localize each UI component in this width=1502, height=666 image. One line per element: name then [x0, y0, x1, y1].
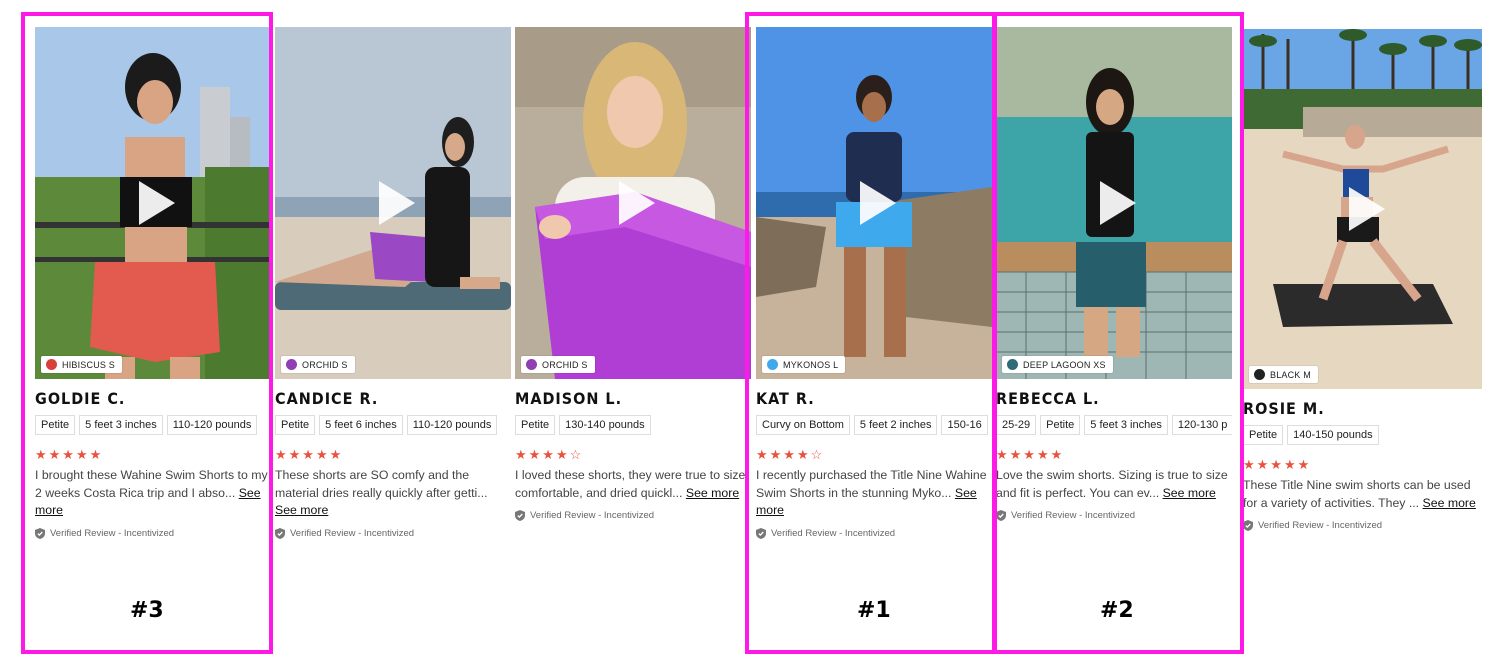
attribute-tag: Petite: [275, 415, 316, 435]
reviewer-name: ROSIE M.: [1243, 399, 1325, 418]
attribute-tag: 110-120 pounds: [406, 415, 498, 435]
video-thumbnail[interactable]: ORCHID S: [275, 27, 511, 379]
rank-label-second: #2: [1100, 598, 1134, 623]
see-more-link[interactable]: See more: [686, 486, 739, 500]
rank-label-third: #3: [130, 598, 164, 623]
review-text: These Title Nine swim shorts can be used…: [1243, 477, 1482, 512]
play-icon[interactable]: [375, 178, 419, 228]
reviewer-name: MADISON L.: [515, 389, 623, 408]
attribute-tag: 130-140 pounds: [559, 415, 651, 435]
see-more-link[interactable]: See more: [1423, 496, 1476, 510]
verified-review-note: Verified Review - Incentivized: [1243, 520, 1482, 531]
shield-check-icon: [275, 527, 285, 539]
play-icon[interactable]: [615, 178, 659, 228]
review-excerpt: These shorts are SO comfy and the materi…: [275, 468, 488, 500]
star-rating: ★★★★★: [275, 447, 344, 462]
verified-label: Verified Review - Incentivized: [530, 510, 655, 521]
shield-check-icon: [1243, 520, 1253, 531]
attribute-tag: Petite: [1243, 425, 1284, 445]
see-more-link[interactable]: See more: [275, 503, 328, 517]
video-thumbnail[interactable]: BLACK M: [1243, 29, 1482, 389]
verified-label: Verified Review - Incentivized: [1258, 520, 1383, 531]
reviewer-attributes: Petite 140-150 pounds: [1243, 425, 1482, 445]
star-rating: ★★★★★: [1243, 457, 1312, 472]
review-card-madison[interactable]: ORCHID S MADISON L. Petite 130-140 pound…: [515, 27, 751, 521]
color-size-label: ORCHID S: [302, 359, 348, 370]
color-size-badge: ORCHID S: [281, 356, 355, 373]
play-icon[interactable]: [1345, 184, 1389, 234]
reviewer-attributes: Petite 5 feet 6 inches 110-120 pounds: [275, 415, 511, 435]
reviewer-attributes: Petite 130-140 pounds: [515, 415, 751, 435]
color-swatch-dot: [286, 359, 297, 370]
rank-label-first: #1: [857, 598, 891, 623]
star-rating: ★★★★☆: [515, 447, 584, 462]
highlight-box-second: [992, 12, 1244, 654]
attribute-tag: 5 feet 6 inches: [319, 415, 403, 435]
color-swatch-dot: [526, 359, 537, 370]
color-size-label: BLACK M: [1270, 369, 1311, 380]
color-size-label: ORCHID S: [542, 359, 588, 370]
review-card-candice[interactable]: ORCHID S CANDICE R. Petite 5 feet 6 inch…: [275, 27, 511, 539]
attribute-tag: Petite: [515, 415, 556, 435]
video-thumbnail[interactable]: ORCHID S: [515, 27, 751, 379]
attribute-tag: 140-150 pounds: [1287, 425, 1379, 445]
color-size-badge: ORCHID S: [521, 356, 595, 373]
verified-review-note: Verified Review - Incentivized: [515, 510, 751, 521]
shield-check-icon: [515, 510, 525, 521]
highlight-box-third: [21, 12, 273, 654]
highlight-box-first: [745, 12, 997, 654]
review-card-rosie[interactable]: BLACK M ROSIE M. Petite 140-150 pounds ★…: [1243, 29, 1482, 531]
review-text: These shorts are SO comfy and the materi…: [275, 467, 511, 520]
color-swatch-dot: [1254, 369, 1265, 380]
reviewer-name: CANDICE R.: [275, 389, 379, 408]
verified-label: Verified Review - Incentivized: [290, 527, 415, 539]
color-size-badge: BLACK M: [1249, 366, 1318, 383]
verified-review-note: Verified Review - Incentivized: [275, 527, 511, 539]
review-text: I loved these shorts, they were true to …: [515, 467, 751, 502]
